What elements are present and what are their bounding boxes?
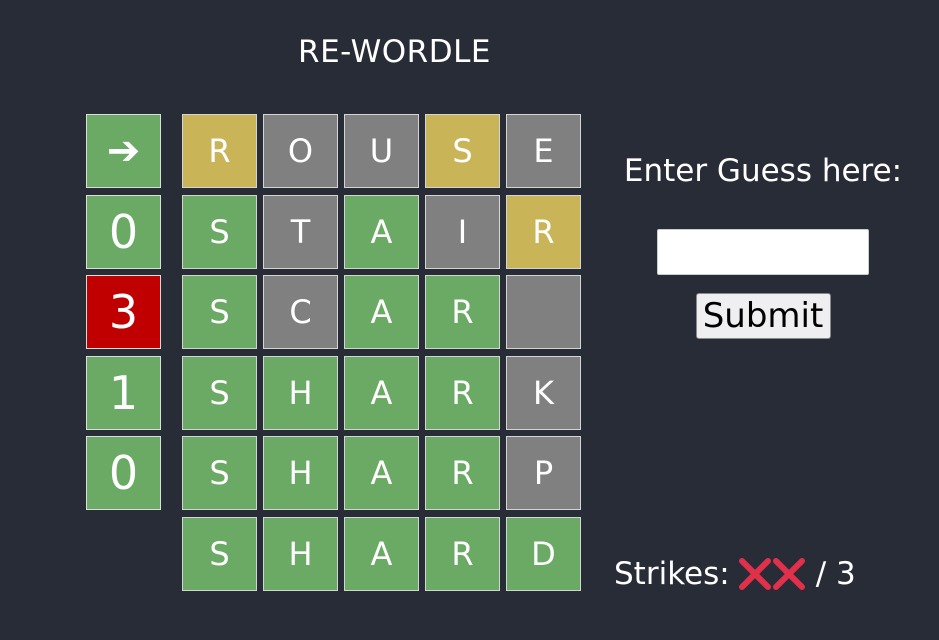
letter-tile: O — [263, 114, 338, 188]
letter-tile: A — [344, 436, 419, 510]
letter-tile — [506, 275, 581, 349]
letter-tile: A — [344, 194, 419, 269]
letter-tile: S — [182, 436, 257, 510]
round-indicator: 3 — [86, 275, 161, 349]
game-title: RE-WORDLE — [298, 34, 491, 70]
letter-tile: K — [506, 355, 581, 430]
submit-button[interactable]: Submit — [695, 293, 831, 339]
letter-tile: R — [182, 114, 257, 188]
letter-tile: R — [425, 355, 500, 430]
letter-tile: I — [425, 194, 500, 269]
x-mark-icon — [738, 558, 771, 590]
letter-tile: E — [506, 114, 581, 188]
round-indicator: 0 — [86, 194, 161, 269]
letter-tile: S — [425, 114, 500, 188]
letter-tile: R — [506, 194, 581, 269]
letter-tile: A — [344, 355, 419, 430]
letter-tile: R — [425, 516, 500, 591]
arrow-right-icon: ➔ — [86, 114, 161, 188]
letter-tile: S — [182, 194, 257, 269]
letter-tile: A — [344, 516, 419, 591]
letter-tile: C — [263, 275, 338, 349]
letter-tile: H — [263, 355, 338, 430]
letter-tile: S — [182, 516, 257, 591]
letter-tile: T — [263, 194, 338, 269]
x-mark-icon — [772, 558, 805, 590]
guess-input[interactable] — [657, 229, 869, 275]
strike-marks — [738, 557, 806, 591]
letter-tile: P — [506, 436, 581, 510]
strikes-max: / 3 — [815, 556, 856, 592]
letter-tile: R — [425, 275, 500, 349]
letter-tile: D — [506, 516, 581, 591]
letter-tile: S — [182, 275, 257, 349]
letter-tile: H — [263, 516, 338, 591]
strikes-label: Strikes: — [614, 556, 730, 592]
letter-tile: H — [263, 436, 338, 510]
letter-tile: U — [344, 114, 419, 188]
letter-tile: R — [425, 436, 500, 510]
guess-panel: Enter Guess here: Submit — [612, 150, 914, 339]
round-indicator: 0 — [86, 436, 161, 510]
round-indicator: 1 — [86, 355, 161, 430]
strikes-counter: Strikes: / 3 — [614, 556, 856, 592]
guess-prompt: Enter Guess here: — [623, 153, 903, 189]
letter-tile: S — [182, 355, 257, 430]
letter-tile: A — [344, 275, 419, 349]
